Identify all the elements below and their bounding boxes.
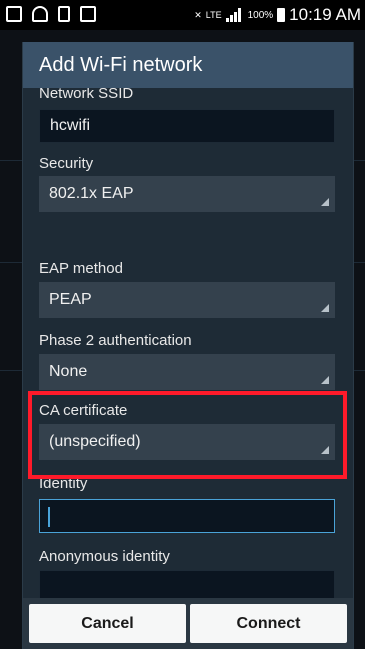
security-value: 802.1x EAP — [49, 185, 134, 202]
phase2-value: None — [49, 363, 88, 380]
status-right: ✕ LTE 100% 10:19 AM — [194, 5, 361, 25]
ssid-label: Network SSID — [39, 88, 134, 102]
ca-certificate-dropdown[interactable]: (unspecified) — [39, 424, 335, 460]
eap-method-dropdown[interactable]: PEAP — [39, 282, 335, 318]
anonymous-identity-input[interactable] — [39, 570, 335, 598]
ca-certificate-label: CA certificate — [39, 402, 128, 419]
clock: 10:19 AM — [289, 5, 361, 24]
anonymous-identity-label: Anonymous identity — [39, 548, 170, 565]
dialog-content: Network SSID hcwifi Security 802.1x EAP … — [23, 88, 353, 598]
phase2-label: Phase 2 authentication — [39, 332, 192, 349]
identity-label: Identity — [39, 475, 88, 492]
dropdown-arrow-icon — [321, 304, 329, 312]
add-wifi-dialog: Add Wi-Fi network Network SSID hcwifi Se… — [22, 42, 354, 649]
identity-input[interactable] — [39, 499, 335, 533]
eap-method-value: PEAP — [49, 291, 92, 308]
status-left-icons — [6, 6, 96, 22]
security-label: Security — [39, 155, 94, 172]
wifi-icon — [32, 6, 48, 22]
text-cursor — [48, 507, 50, 527]
connect-button[interactable]: Connect — [190, 604, 347, 643]
dialog-button-bar: Cancel Connect — [23, 598, 353, 649]
notification-icon — [6, 6, 22, 22]
battery-icon — [277, 8, 286, 22]
lte-label: LTE — [205, 10, 222, 20]
ca-certificate-value: (unspecified) — [49, 433, 141, 450]
battery-percent: 100% — [247, 9, 274, 21]
dropdown-arrow-icon — [321, 198, 329, 206]
mute-icon: ✕ — [194, 9, 202, 20]
eap-method-label: EAP method — [39, 260, 123, 277]
security-dropdown[interactable]: 802.1x EAP — [39, 176, 335, 212]
dialog-title: Add Wi-Fi network — [23, 42, 353, 88]
dropdown-arrow-icon — [321, 376, 329, 384]
dropdown-arrow-icon — [321, 446, 329, 454]
status-bar: ✕ LTE 100% 10:19 AM — [0, 0, 365, 30]
ssid-input[interactable]: hcwifi — [39, 109, 335, 143]
gallery-icon — [80, 6, 96, 22]
phase2-dropdown[interactable]: None — [39, 354, 335, 390]
cancel-button[interactable]: Cancel — [29, 604, 186, 643]
signal-icon — [225, 8, 244, 22]
sd-card-icon — [58, 6, 70, 22]
